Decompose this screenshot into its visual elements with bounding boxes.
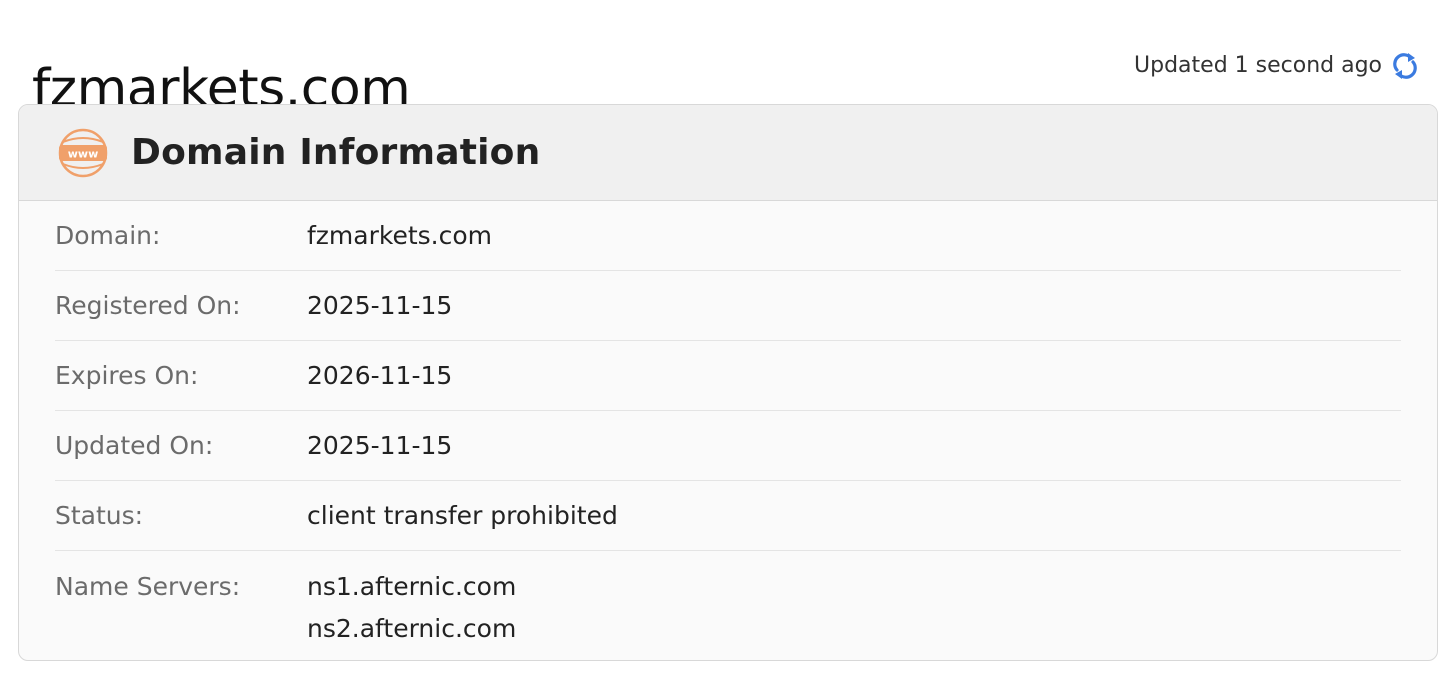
row-label: Domain: [55,221,161,250]
update-status: Updated 1 second ago [1134,48,1420,84]
updated-text: Updated 1 second ago [1134,53,1382,78]
row-name-servers: Name Servers: ns1.afternic.com ns2.after… [55,551,1401,649]
row-value: 2025-11-15 [307,431,453,460]
row-value: fzmarkets.com [307,221,493,250]
domain-info-card: www Domain Information Domain: fzmarkets… [18,104,1438,661]
row-value: 2025-11-15 [307,291,453,320]
row-value: 2026-11-15 [307,361,453,390]
row-label: Expires On: [55,361,199,390]
row-value: ns1.afternic.com ns2.afternic.com [307,569,516,649]
name-server-2: ns2.afternic.com [307,614,517,643]
name-server-1: ns1.afternic.com [307,572,517,601]
info-rows: Domain: fzmarkets.com Registered On: 202… [19,201,1437,649]
row-label: Name Servers: [55,572,241,601]
refresh-icon[interactable] [1390,51,1420,81]
row-status: Status: client transfer prohibited [55,481,1401,551]
row-domain: Domain: fzmarkets.com [55,201,1401,271]
page: fzmarkets.com Updated 1 second ago www D… [0,0,1452,678]
row-value: client transfer prohibited [307,501,618,530]
svg-text:www: www [68,147,99,160]
row-label: Updated On: [55,431,214,460]
card-title: Domain Information [131,132,541,173]
row-updated-on: Updated On: 2025-11-15 [55,411,1401,481]
www-globe-icon: www [55,128,111,178]
row-expires-on: Expires On: 2026-11-15 [55,341,1401,411]
row-registered-on: Registered On: 2025-11-15 [55,271,1401,341]
card-header: www Domain Information [19,105,1437,201]
row-label: Registered On: [55,291,241,320]
row-label: Status: [55,501,144,530]
